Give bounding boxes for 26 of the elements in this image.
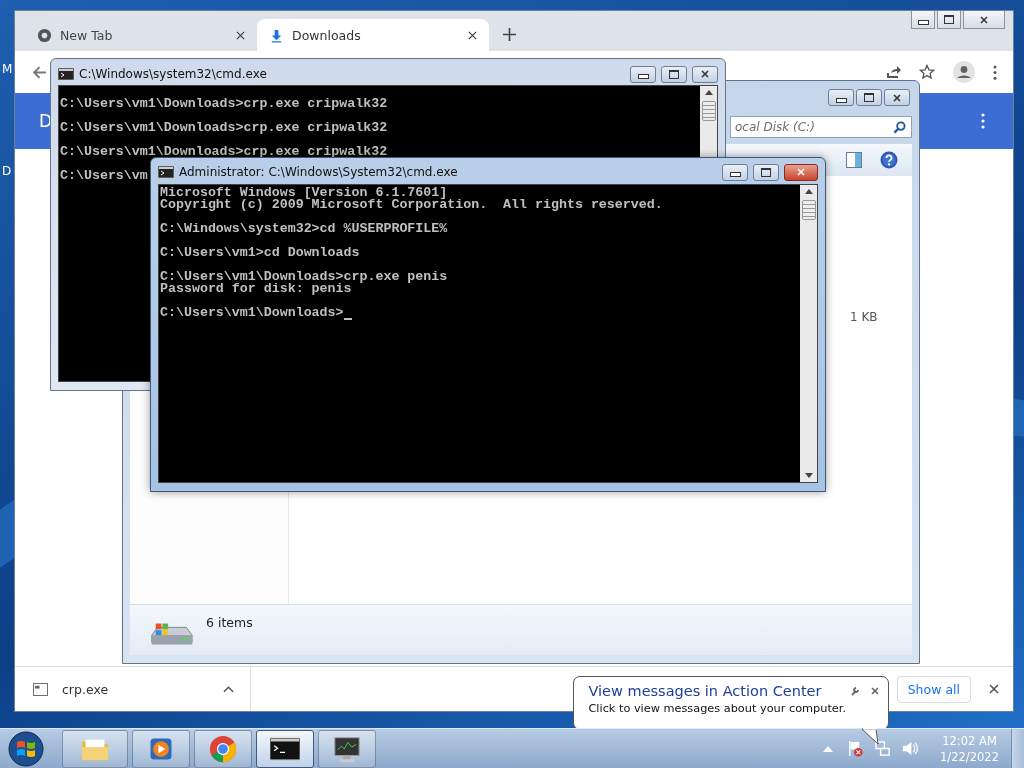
window-title: Administrator: C:\Windows\System32\cmd.exe xyxy=(179,165,458,179)
show-all-button[interactable]: Show all xyxy=(896,675,971,703)
notification-message: Click to view messages about your computer. xyxy=(588,702,846,715)
desktop-icon-label[interactable]: M xyxy=(2,62,13,76)
browser-tab[interactable]: Downloads xyxy=(257,19,489,51)
console-line: C:\Users\vm1\Downloads> xyxy=(160,307,344,319)
console-line: C:\Users\vm1>cd Downloads xyxy=(160,247,360,259)
console-line: Copyright (c) 2009 Microsoft Corporation. All rights reserved. xyxy=(160,199,663,211)
console-line: C:\Users\vm1\Downloads>crp.exe penis xyxy=(160,271,448,283)
console-line: C:\Users\vm1\Downloads>crp.exe cripwalk32 xyxy=(60,122,388,134)
console-line: Password for disk: penis xyxy=(160,283,352,295)
console-line: Microsoft Windows [Version 6.1.7601] xyxy=(160,187,448,199)
console-line: C:\Windows\system32>cd %USERPROFILE% xyxy=(160,223,448,235)
desktop-icon-label[interactable]: D xyxy=(2,164,12,178)
item-count-text: 6 items xyxy=(206,615,253,632)
console-line: C:\Users\vm xyxy=(60,170,148,182)
browser-tab[interactable]: New Tab xyxy=(25,19,257,51)
clock-time: 12:02 AM xyxy=(942,732,997,749)
window-title: C:\Windows\system32\cmd.exe xyxy=(79,67,267,81)
console-line: C:\Users\vm1\Downloads>crp.exe cripwalk32 xyxy=(60,98,388,110)
download-item[interactable]: crp.exe xyxy=(33,667,251,711)
notification-balloon[interactable]: View messages in Action Center Click to view messages about your computer. xyxy=(573,676,889,728)
clock-date: 1/22/2022 xyxy=(940,748,999,765)
console-line: C:\Users\vm1\Downloads>crp.exe cripwalk32 xyxy=(60,146,388,158)
notification-title[interactable]: View messages in Action Center xyxy=(588,683,846,699)
file-size-text: 1 KB xyxy=(850,310,878,324)
